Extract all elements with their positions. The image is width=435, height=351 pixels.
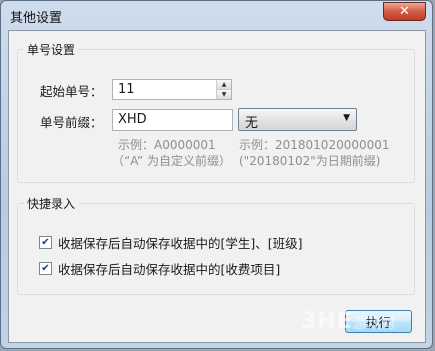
custom-prefix-example: 示例：A0000001 (118, 138, 216, 152)
up-arrow-icon[interactable]: ▲ (217, 80, 231, 90)
prefix-type-select[interactable]: 无 ▼ (238, 108, 357, 131)
order-number-group-title: 单号设置 (27, 43, 76, 57)
stepper-buttons: ▲ ▼ (216, 80, 231, 99)
auto-save-fee-items-option[interactable]: ✔ 收据保存后自动保存收据中的[收费项目] (39, 259, 280, 278)
prefix-input[interactable]: XHD (112, 109, 233, 131)
start-number-stepper[interactable]: 11 ▲ ▼ (112, 79, 232, 100)
date-prefix-example: 示例：201801020000001 (239, 138, 390, 152)
watermark-logo: 3HE (301, 309, 353, 334)
start-number-label: 起始单号： (40, 84, 103, 99)
checkmark-icon: ✔ (41, 236, 50, 248)
site-watermark: 3HE游戏网 (301, 309, 395, 334)
chevron-down-icon: ▼ (343, 113, 350, 123)
option-label: 收据保存后自动保存收据中的[学生]、[班级] (58, 236, 303, 251)
start-number-value: 11 (118, 82, 135, 97)
checkmark-icon: ✔ (41, 262, 50, 274)
close-button[interactable]: ✕ (383, 2, 426, 21)
prefix-type-value: 无 (245, 116, 259, 131)
checkbox[interactable]: ✔ (39, 236, 52, 249)
auto-save-student-class-option[interactable]: ✔ 收据保存后自动保存收据中的[学生]、[班级] (39, 233, 303, 252)
option-label: 收据保存后自动保存收据中的[收费项目] (58, 262, 281, 277)
title-bar[interactable]: 其他设置 ✕ (1, 1, 432, 31)
quick-entry-group-title: 快捷录入 (27, 197, 76, 211)
dialog-window: 其他设置 ✕ 单号设置 起始单号： 11 ▲ ▼ 单号前缀： XHD 无 ▼ 示… (0, 0, 433, 349)
down-arrow-icon[interactable]: ▼ (217, 90, 231, 99)
custom-prefix-note: （“A” 为自定义前缀） (112, 154, 231, 168)
checkbox[interactable]: ✔ (39, 262, 52, 275)
close-icon: ✕ (399, 4, 410, 19)
window-title: 其他设置 (10, 11, 63, 26)
prefix-label: 单号前缀： (40, 115, 103, 130)
dialog-body: 单号设置 起始单号： 11 ▲ ▼ 单号前缀： XHD 无 ▼ 示例：A0000… (8, 30, 426, 343)
watermark-site-name: 游戏网 (352, 316, 395, 332)
date-prefix-note: ("20180102"为日期前缀) (239, 154, 381, 168)
